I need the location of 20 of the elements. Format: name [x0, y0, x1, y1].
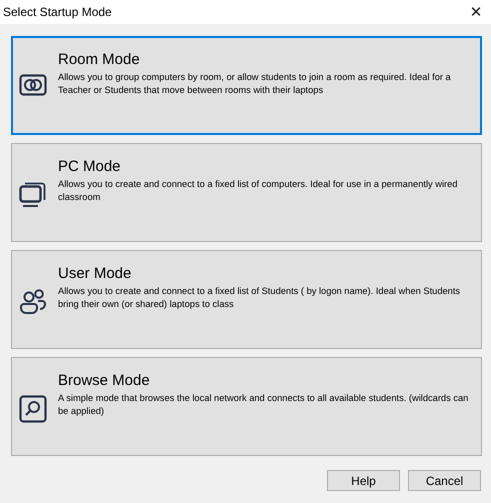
search-icon: [19, 395, 47, 423]
users-icon: [19, 288, 47, 316]
mode-description: Allows you to create and connect to a fixed list of Students ( by logon name). Ideal when Students bring their own (or shared) laptops to class: [58, 285, 462, 311]
linked-circles-icon: [19, 74, 47, 96]
mode-description: Allows you to group computers by room, or allow students to join a room as required. Ideal for a Teacher or Students that move between rooms with their laptops: [58, 71, 452, 97]
close-button[interactable]: ✕: [461, 0, 491, 24]
window-title: Select Startup Mode: [3, 5, 112, 19]
mode-option[interactable]: PC Mode Allows you to create and connect to a fixed list of computers. Ideal for use in a permanently wired classroom: [11, 143, 482, 242]
mode-title: Browse Mode: [58, 372, 151, 389]
dialog-button[interactable]: Help: [327, 470, 400, 491]
mode-title: User Mode: [58, 265, 132, 282]
dialog-button[interactable]: Cancel: [408, 470, 481, 491]
mode-description: Allows you to create and connect to a fixed list of computers. Ideal for use in a permanently wired classroom: [58, 178, 458, 204]
mode-option[interactable]: Browse Mode A simple mode that browses the local network and connects to all available students. (wildcards can be applied): [11, 357, 482, 456]
mode-description: A simple mode that browses the local network and connects to all available students. (wildcards can be applied): [58, 392, 470, 418]
mode-option[interactable]: User Mode Allows you to create and connect to a fixed list of Students ( by logon name). Ideal when Students bring their own (or shared) laptops to class: [11, 250, 482, 349]
mode-option[interactable]: Room Mode Allows you to group computers by room, or allow students to join a room as required. Ideal for a Teacher or Students that move between rooms with their laptops: [11, 36, 482, 135]
mode-title: PC Mode: [58, 158, 122, 175]
mode-title: Room Mode: [58, 51, 141, 68]
monitors-icon: [19, 181, 47, 209]
